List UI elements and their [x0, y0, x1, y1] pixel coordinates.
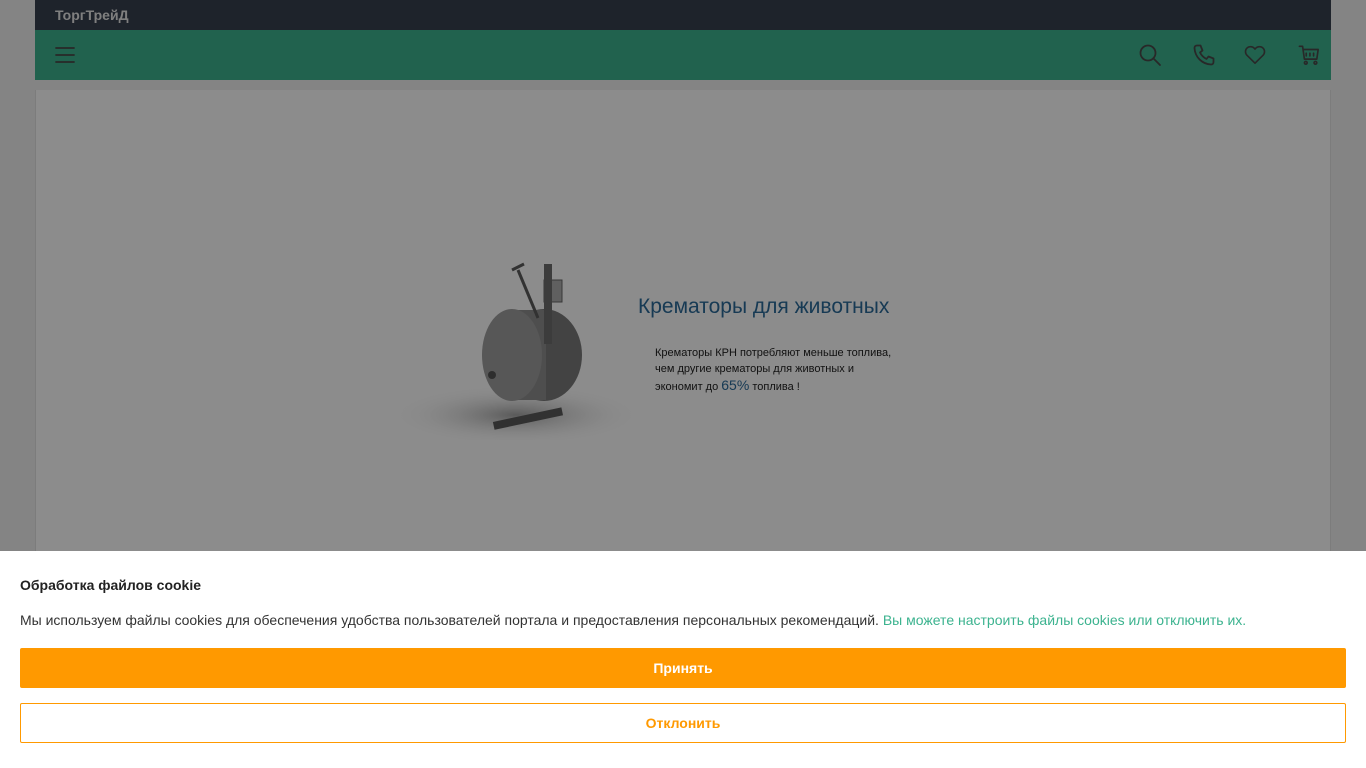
cookie-settings-link[interactable]: Вы можете настроить файлы cookies или от… — [883, 612, 1246, 628]
accept-button[interactable]: Принять — [20, 648, 1346, 688]
decline-button[interactable]: Отклонить — [20, 703, 1346, 743]
cookie-banner: Обработка файлов cookie Мы используем фа… — [0, 551, 1366, 768]
cookie-title: Обработка файлов cookie — [20, 577, 202, 593]
cookie-description: Мы используем файлы cookies для обеспече… — [20, 612, 879, 628]
cookie-text: Мы используем файлы cookies для обеспече… — [20, 612, 1346, 628]
